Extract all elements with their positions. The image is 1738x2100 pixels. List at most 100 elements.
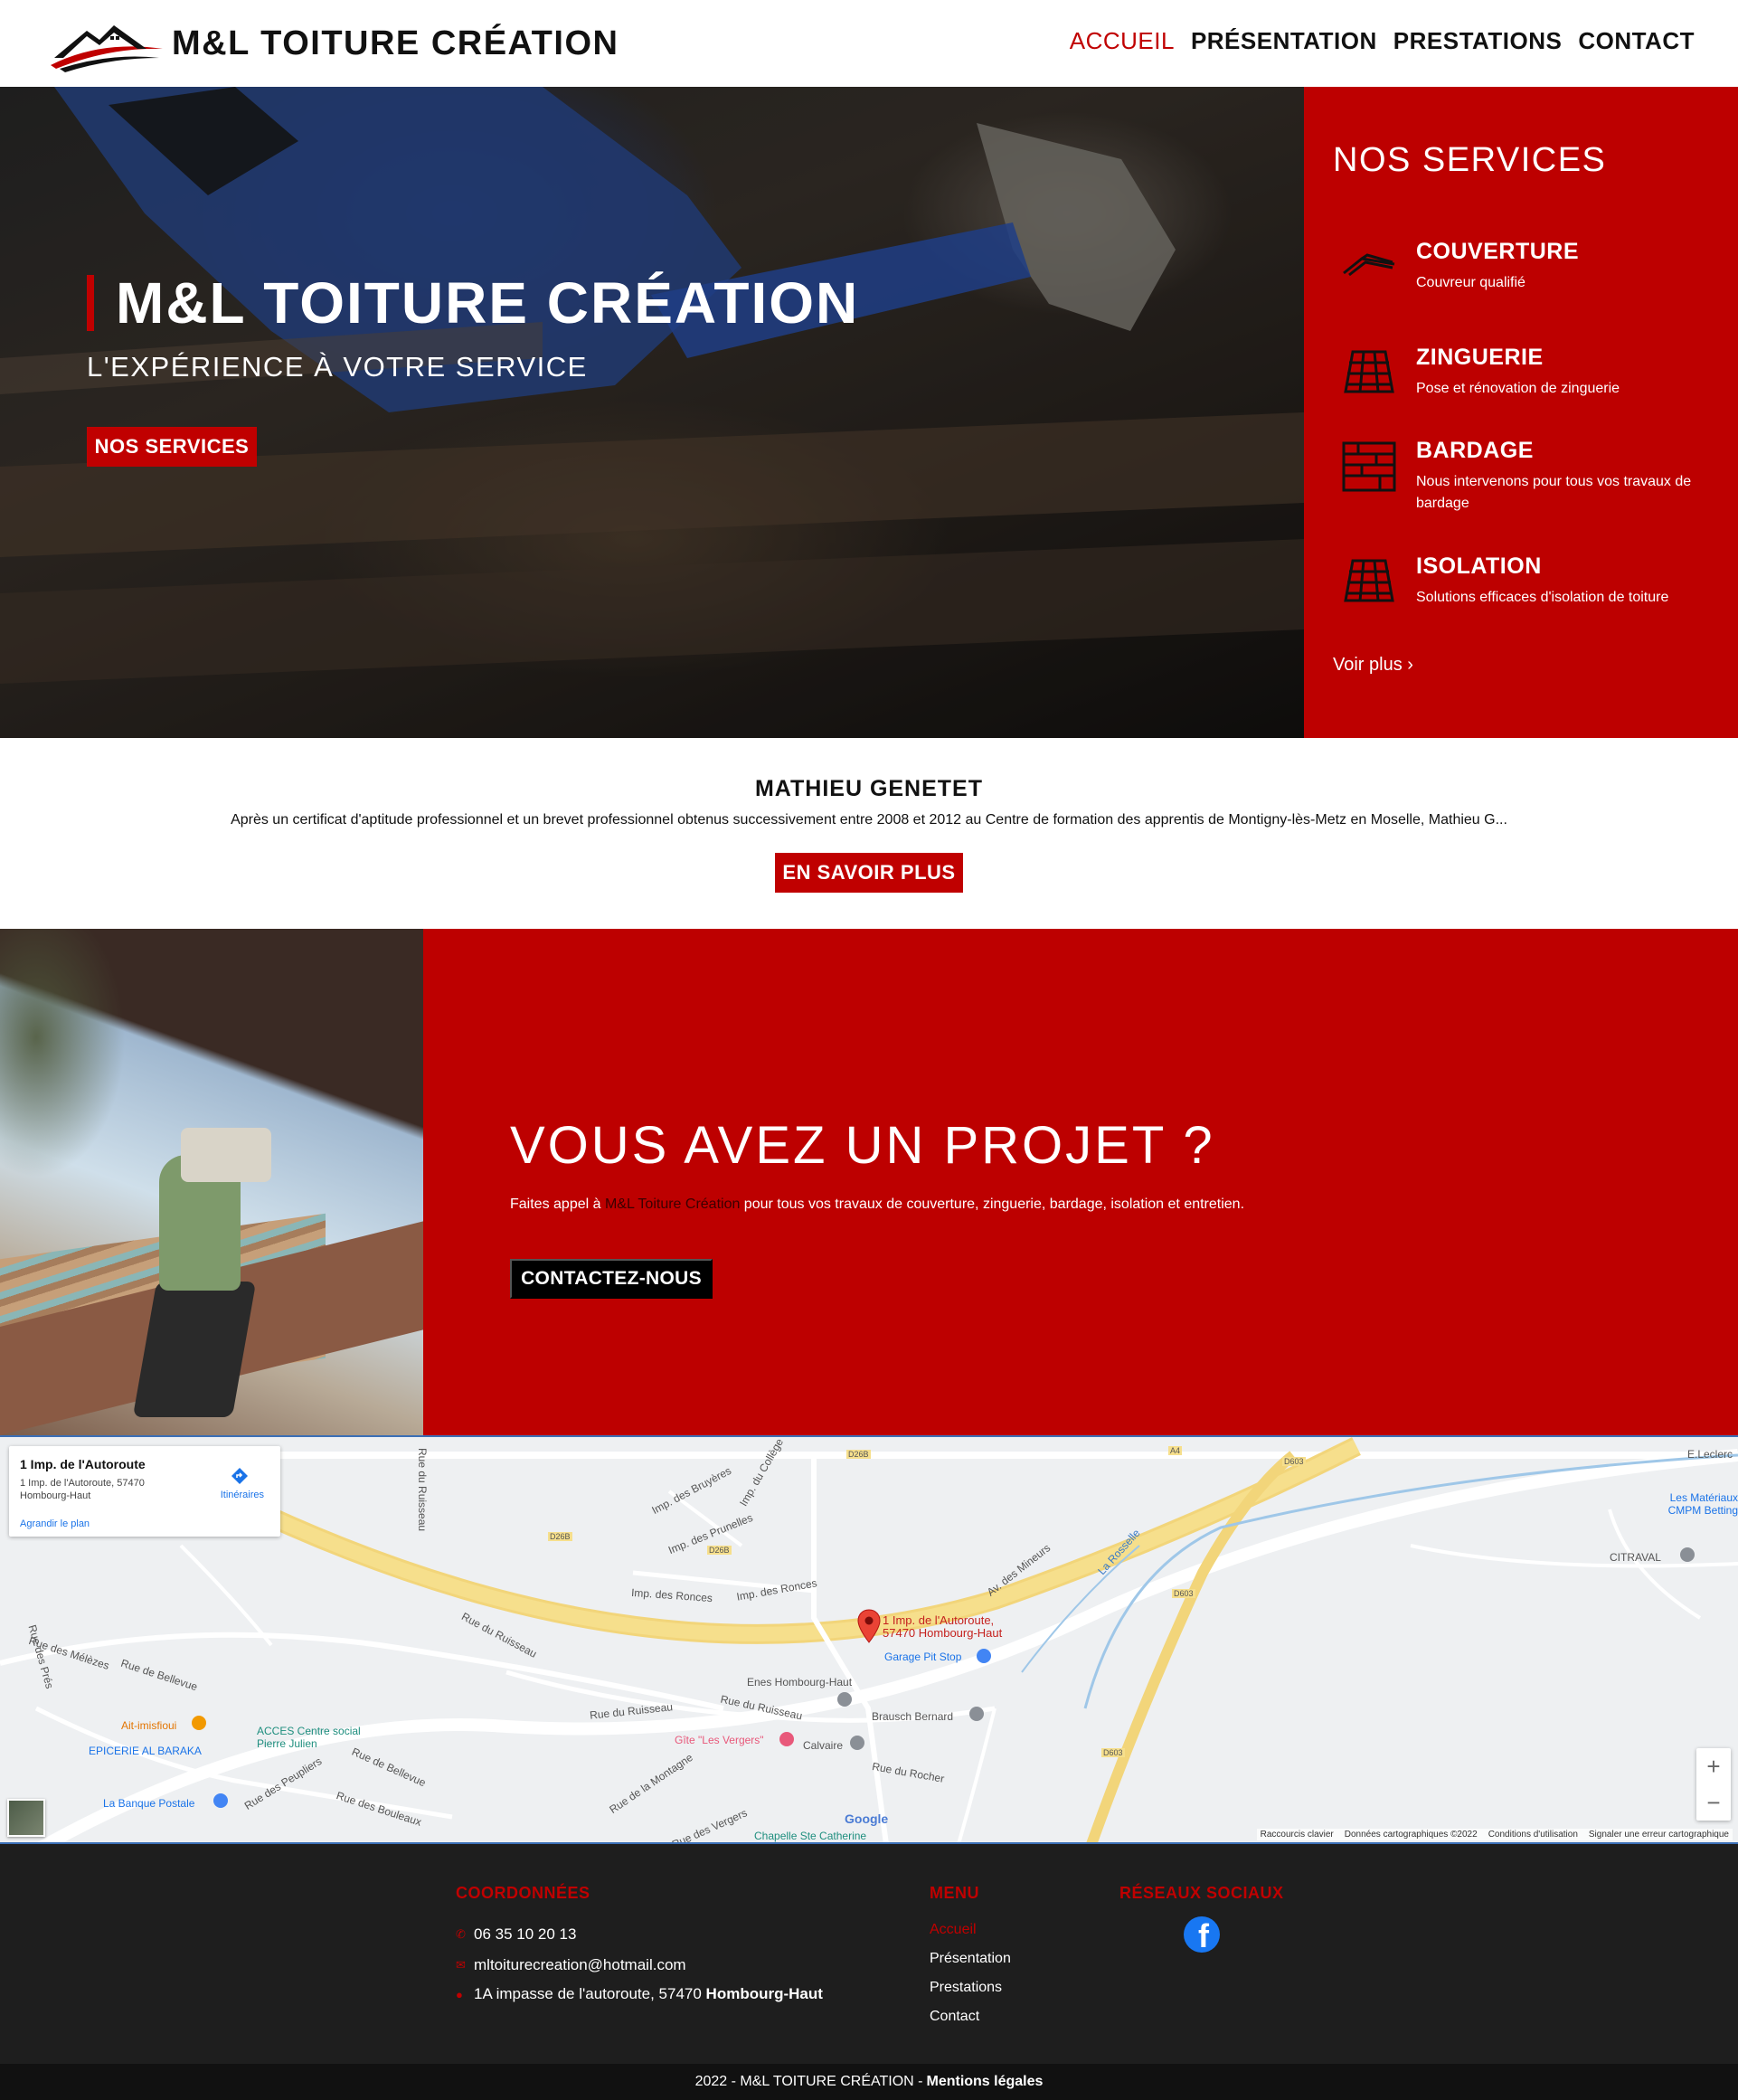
map-road-shield: D26B	[846, 1450, 871, 1459]
google-logo: Google	[845, 1811, 889, 1826]
footer-link-presentation[interactable]: Présentation	[930, 1951, 1011, 1967]
map-poi-citraval[interactable]: CITRAVAL	[1610, 1551, 1661, 1564]
project-text-highlight: M&L Toiture Création	[604, 1197, 741, 1212]
footer-link-accueil[interactable]: Accueil	[930, 1922, 977, 1938]
directions-icon[interactable]	[230, 1466, 250, 1486]
services-button[interactable]: NOS SERVICES	[87, 427, 257, 467]
school-marker-icon	[837, 1692, 852, 1707]
map-attribution: Raccourcis clavier Données cartographiqu…	[1256, 1829, 1733, 1840]
phone-icon: ✆	[456, 1927, 466, 1941]
learn-more-button[interactable]: EN SAVOIR PLUS	[775, 853, 963, 893]
zoom-out-button[interactable]: −	[1696, 1784, 1731, 1821]
copyright-text: 2022 - M&L TOITURE CRÉATION -	[694, 2074, 923, 2089]
garage-marker-icon	[977, 1649, 991, 1663]
see-more-link[interactable]: Voir plus ›	[1333, 655, 1413, 676]
map-road-shield: A4	[1168, 1446, 1183, 1455]
bank-marker-icon	[213, 1793, 228, 1808]
project-section: VOUS AVEZ UN PROJET ? Faites appel à M&L…	[423, 929, 1738, 1435]
zoom-in-button[interactable]: +	[1696, 1748, 1731, 1784]
coordinates-heading: COORDONNÉES	[456, 1884, 590, 1902]
map-poi-enes[interactable]: Enes Hombourg-Haut	[747, 1676, 852, 1689]
project-text-after: pour tous vos travaux de couverture, zin…	[740, 1197, 1245, 1212]
map-marker-icon	[969, 1707, 984, 1721]
map-data-label: Données cartographiques ©2022	[1344, 1830, 1478, 1840]
lodging-marker-icon	[779, 1732, 794, 1746]
nav-prestations[interactable]: PRESTATIONS	[1393, 27, 1563, 55]
project-title: VOUS AVEZ UN PROJET ?	[510, 1116, 1215, 1175]
enlarge-map-link[interactable]: Agrandir le plan	[20, 1518, 90, 1529]
service-title: ISOLATION	[1416, 553, 1542, 579]
google-map[interactable]: 1 Imp. de l'Autoroute 1 Imp. de l'Autoro…	[0, 1435, 1738, 1844]
menu-heading: MENU	[930, 1884, 979, 1902]
map-poi-aitmisfioui[interactable]: Ait-imisfioui	[121, 1719, 176, 1732]
map-poi-calvaire[interactable]: Calvaire	[803, 1739, 843, 1752]
map-poi-brausch[interactable]: Brausch Bernard	[872, 1710, 953, 1723]
service-zinguerie[interactable]: ZINGUERIE Pose et rénovation de zingueri…	[1340, 343, 1720, 401]
nav-presentation[interactable]: PRÉSENTATION	[1191, 27, 1377, 55]
roof-icon	[1340, 237, 1398, 295]
directions-link[interactable]: Itinéraires	[221, 1490, 264, 1500]
footer-link-contact[interactable]: Contact	[930, 2009, 979, 2025]
site-header: M&L TOITURE CRÉATION ACCUEIL PRÉSENTATIO…	[0, 0, 1738, 87]
map-pin-label: 1 Imp. de l'Autoroute, 57470 Hombourg-Ha…	[883, 1613, 1003, 1640]
service-title: COUVERTURE	[1416, 239, 1580, 264]
logo[interactable]: M&L TOITURE CRÉATION	[47, 13, 619, 74]
service-couverture[interactable]: COUVERTURE Couvreur qualifié	[1340, 237, 1720, 295]
contact-us-button[interactable]: CONTACTEZ-NOUS	[510, 1259, 713, 1299]
restaurant-marker-icon	[192, 1716, 206, 1730]
map-poi-banque[interactable]: La Banque Postale	[103, 1797, 194, 1810]
service-desc: Couvreur qualifié	[1416, 275, 1525, 290]
tiles-icon	[1340, 343, 1398, 401]
facebook-icon[interactable]: f	[1184, 1916, 1220, 1953]
map-poi-epicerie[interactable]: EPICERIE AL BARAKA	[89, 1745, 202, 1757]
church-marker-icon	[850, 1736, 864, 1750]
hero-overlay	[0, 87, 1304, 738]
nav-accueil[interactable]: ACCUEIL	[1070, 27, 1175, 55]
footer-link-prestations[interactable]: Prestations	[930, 1980, 1002, 1996]
terms-link[interactable]: Conditions d'utilisation	[1488, 1830, 1578, 1840]
keyboard-shortcuts-link[interactable]: Raccourcis clavier	[1261, 1830, 1334, 1840]
cladding-icon	[1340, 436, 1398, 494]
email-address: mltoiturecreation@hotmail.com	[474, 1956, 686, 1973]
map-poi-acces[interactable]: ACCES Centre social Pierre Julien	[257, 1725, 374, 1750]
map-poi-chapelle[interactable]: Chapelle Ste Catherine	[754, 1830, 866, 1842]
project-text: Faites appel à M&L Toiture Création pour…	[510, 1197, 1244, 1213]
map-road-shield: D603	[1172, 1589, 1195, 1598]
chevron-right-icon: ›	[1407, 655, 1413, 675]
map-poi-garage[interactable]: Garage Pit Stop	[884, 1651, 961, 1663]
about-name: MATHIEU GENETET	[754, 776, 984, 801]
satellite-toggle[interactable]	[7, 1799, 45, 1837]
service-title: BARDAGE	[1416, 438, 1534, 463]
service-bardage[interactable]: BARDAGE Nous intervenons pour tous vos t…	[1340, 436, 1720, 515]
project-image	[0, 929, 423, 1435]
legal-notice-link[interactable]: Mentions légales	[926, 2074, 1043, 2090]
logo-roof-icon	[51, 25, 163, 72]
map-road-shield: D603	[1282, 1457, 1306, 1466]
map-poi-leclerc[interactable]: E.Leclerc	[1687, 1448, 1733, 1461]
map-card-title: 1 Imp. de l'Autoroute	[20, 1457, 146, 1471]
location-icon: ●	[456, 1987, 463, 2001]
nav-contact[interactable]: CONTACT	[1578, 27, 1695, 55]
social-heading: RÉSEAUX SOCIAUX	[1119, 1884, 1284, 1902]
footer-email[interactable]: ✉ mltoiturecreation@hotmail.com	[456, 1956, 686, 1974]
report-error-link[interactable]: Signaler une erreur cartographique	[1589, 1830, 1729, 1840]
about-text: Après un certificat d'aptitude professio…	[231, 812, 1507, 828]
service-desc: Solutions efficaces d'isolation de toitu…	[1416, 590, 1669, 605]
map-road-shield: D603	[1101, 1748, 1125, 1757]
services-heading: NOS SERVICES	[1333, 141, 1607, 179]
location-pin-icon[interactable]	[857, 1609, 881, 1643]
service-title: ZINGUERIE	[1416, 345, 1544, 370]
service-isolation[interactable]: ISOLATION Solutions efficaces d'isolatio…	[1340, 552, 1720, 610]
service-desc: Pose et rénovation de zinguerie	[1416, 381, 1620, 396]
map-road-shield: D26B	[548, 1532, 572, 1541]
email-icon: ✉	[456, 1958, 466, 1972]
see-more-label: Voir plus	[1333, 655, 1403, 675]
map-poi-materiaux[interactable]: Les Matériaux CMPM Betting	[1639, 1491, 1738, 1517]
phone-number: 06 35 10 20 13	[474, 1925, 577, 1943]
map-poi-gite[interactable]: Gîte "Les Vergers"	[675, 1734, 764, 1746]
brand-name: M&L TOITURE CRÉATION	[172, 24, 619, 62]
map-street-label: Rue du Ruisseau	[416, 1448, 429, 1532]
map-info-card: 1 Imp. de l'Autoroute 1 Imp. de l'Autoro…	[9, 1446, 280, 1537]
footer-phone[interactable]: ✆ 06 35 10 20 13	[456, 1925, 576, 1944]
copyright-bar: 2022 - M&L TOITURE CRÉATION - Mentions l…	[0, 2064, 1738, 2100]
